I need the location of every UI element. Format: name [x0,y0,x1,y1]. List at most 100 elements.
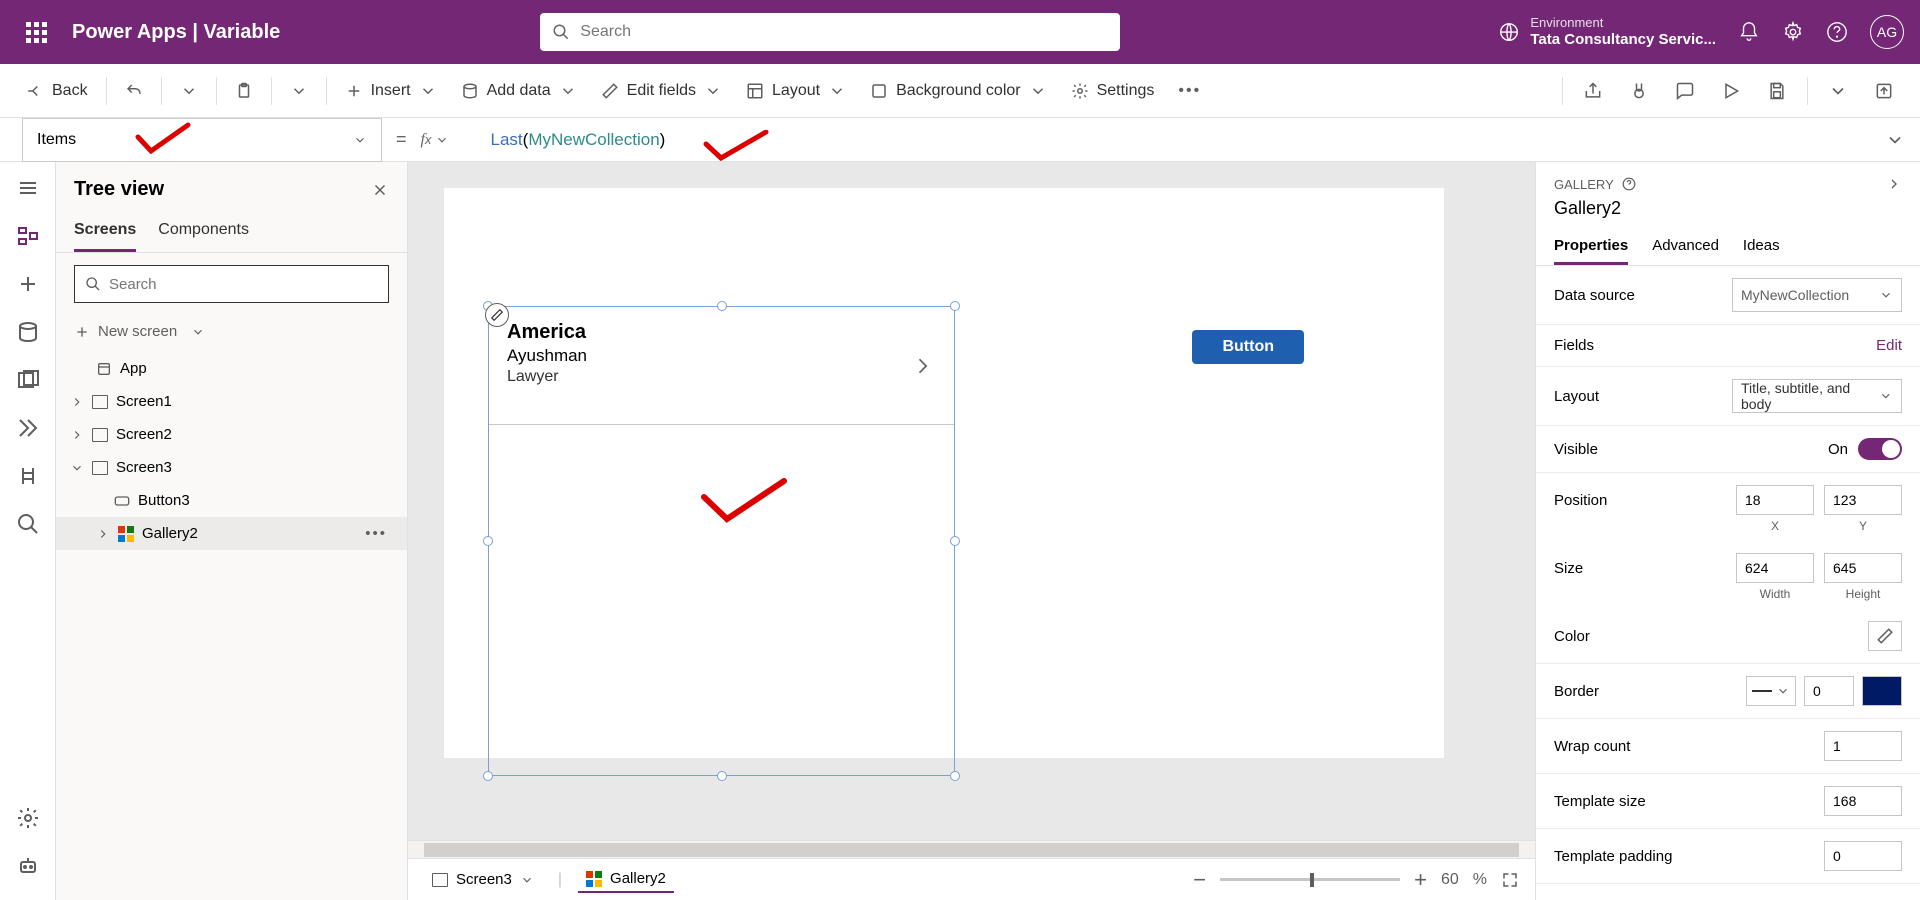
edit-template-icon[interactable] [485,303,509,327]
position-y-input[interactable] [1824,485,1902,515]
chevron-right-icon[interactable] [1886,176,1902,192]
breadcrumb-screen3[interactable]: Screen3 [424,867,542,892]
notifications-icon[interactable] [1738,21,1760,43]
formula-input[interactable]: Last(MyNewCollection) [481,130,1870,150]
color-picker[interactable] [1868,621,1902,651]
settings-icon[interactable] [1782,21,1804,43]
property-selector[interactable]: Items [22,118,382,162]
zoom-in-button[interactable]: + [1414,867,1427,893]
preview-button[interactable] [1711,75,1751,107]
canvas[interactable]: America Ayushman Lawyer Button [444,188,1444,758]
gallery-row[interactable]: America Ayushman Lawyer [489,307,954,425]
overflow-button[interactable]: ••• [1168,76,1211,106]
flows-icon[interactable] [16,416,40,440]
chevron-down-icon [1879,288,1893,302]
global-search[interactable] [540,13,1120,51]
variables-icon[interactable] [16,464,40,488]
environment-picker[interactable]: Environment Tata Consultancy Servic... [1498,15,1716,49]
hamburger-icon[interactable] [16,176,40,200]
tree-item-app[interactable]: App [56,352,407,385]
template-padding-input[interactable] [1824,841,1902,871]
data-source-value: MyNewCollection [1741,287,1849,303]
position-x-input[interactable] [1736,485,1814,515]
chevron-right-icon[interactable] [912,353,932,379]
layout-label: Layout [772,82,820,100]
edit-fields-button[interactable]: Edit fields [591,76,732,106]
virtual-agent-icon[interactable] [16,854,40,878]
fields-edit-link[interactable]: Edit [1876,337,1902,354]
help-icon[interactable] [1826,21,1848,43]
tab-advanced[interactable]: Advanced [1652,229,1719,265]
gallery-selection[interactable]: America Ayushman Lawyer [488,306,955,776]
paste-dropdown[interactable] [280,76,318,106]
tree-item-screen3[interactable]: Screen3 [56,451,407,484]
bgcolor-button[interactable]: Background color [860,76,1057,106]
undo-button[interactable] [115,76,153,106]
environment-icon [1498,21,1520,43]
share-button[interactable] [1573,75,1613,107]
data-source-selector[interactable]: MyNewCollection [1732,278,1902,312]
save-dropdown[interactable] [1818,75,1858,107]
publish-button[interactable] [1864,75,1904,107]
new-screen-button[interactable]: New screen [56,315,407,348]
formula-expand[interactable] [1870,130,1920,150]
zoom-slider[interactable] [1220,878,1400,881]
border-color-picker[interactable] [1862,676,1902,706]
settings-button[interactable]: Settings [1061,76,1165,106]
settings-rail-icon[interactable] [16,806,40,830]
tree-item-gallery2[interactable]: Gallery2 ••• [56,517,407,550]
breadcrumb-gallery2[interactable]: Gallery2 [578,866,674,893]
save-button[interactable] [1757,75,1797,107]
tree-item-button3[interactable]: Button3 [56,484,407,517]
tree-more-button[interactable]: ••• [365,525,393,542]
back-button[interactable]: Back [16,76,98,106]
visible-toggle[interactable] [1858,438,1902,460]
settings-label: Settings [1097,82,1155,100]
size-w-input[interactable] [1736,553,1814,583]
add-icon[interactable] [16,272,40,296]
search-rail-icon[interactable] [16,512,40,536]
prop-label-color: Color [1554,628,1590,645]
canvas-button[interactable]: Button [1192,330,1304,364]
tree-search[interactable] [74,265,389,303]
fx-label[interactable]: fx [421,131,481,149]
app-launcher[interactable] [16,22,56,43]
prop-label-size: Size [1554,560,1583,577]
search-input[interactable] [580,23,1108,41]
fit-screen-icon[interactable] [1501,871,1519,889]
tab-ideas[interactable]: Ideas [1743,229,1780,265]
help-icon[interactable] [1622,177,1636,191]
tree-item-screen1[interactable]: Screen1 [56,385,407,418]
app-checker-button[interactable] [1619,75,1659,107]
size-h-input[interactable] [1824,553,1902,583]
button-icon [114,494,130,508]
layout-selector[interactable]: Title, subtitle, and body [1732,379,1902,413]
layout-button[interactable]: Layout [736,76,856,106]
h-label: Height [1824,587,1902,601]
template-size-input[interactable] [1824,786,1902,816]
data-icon[interactable] [16,320,40,344]
comments-button[interactable] [1665,75,1705,107]
tree-search-input[interactable] [109,276,378,293]
tree-item-screen2[interactable]: Screen2 [56,418,407,451]
tab-properties[interactable]: Properties [1554,229,1628,265]
wrap-count-input[interactable] [1824,731,1902,761]
tab-components[interactable]: Components [158,211,249,252]
undo-dropdown[interactable] [170,76,208,106]
horizontal-scrollbar[interactable] [408,840,1535,858]
media-icon[interactable] [16,368,40,392]
props-control-name: Gallery2 [1536,198,1920,229]
prop-label-tmplsize: Template size [1554,793,1646,810]
tab-screens[interactable]: Screens [74,211,136,252]
zoom-out-button[interactable]: − [1193,867,1206,893]
border-style-selector[interactable] [1746,676,1796,706]
treeview-icon[interactable] [16,224,40,248]
border-width-input[interactable] [1804,676,1854,706]
avatar[interactable]: AG [1870,15,1904,49]
gallery-subtitle: Ayushman [507,346,936,366]
add-data-button[interactable]: Add data [451,76,587,106]
paste-button[interactable] [225,76,263,106]
close-icon[interactable] [371,181,389,199]
prop-label-fields: Fields [1554,337,1594,354]
insert-button[interactable]: Insert [335,76,447,106]
